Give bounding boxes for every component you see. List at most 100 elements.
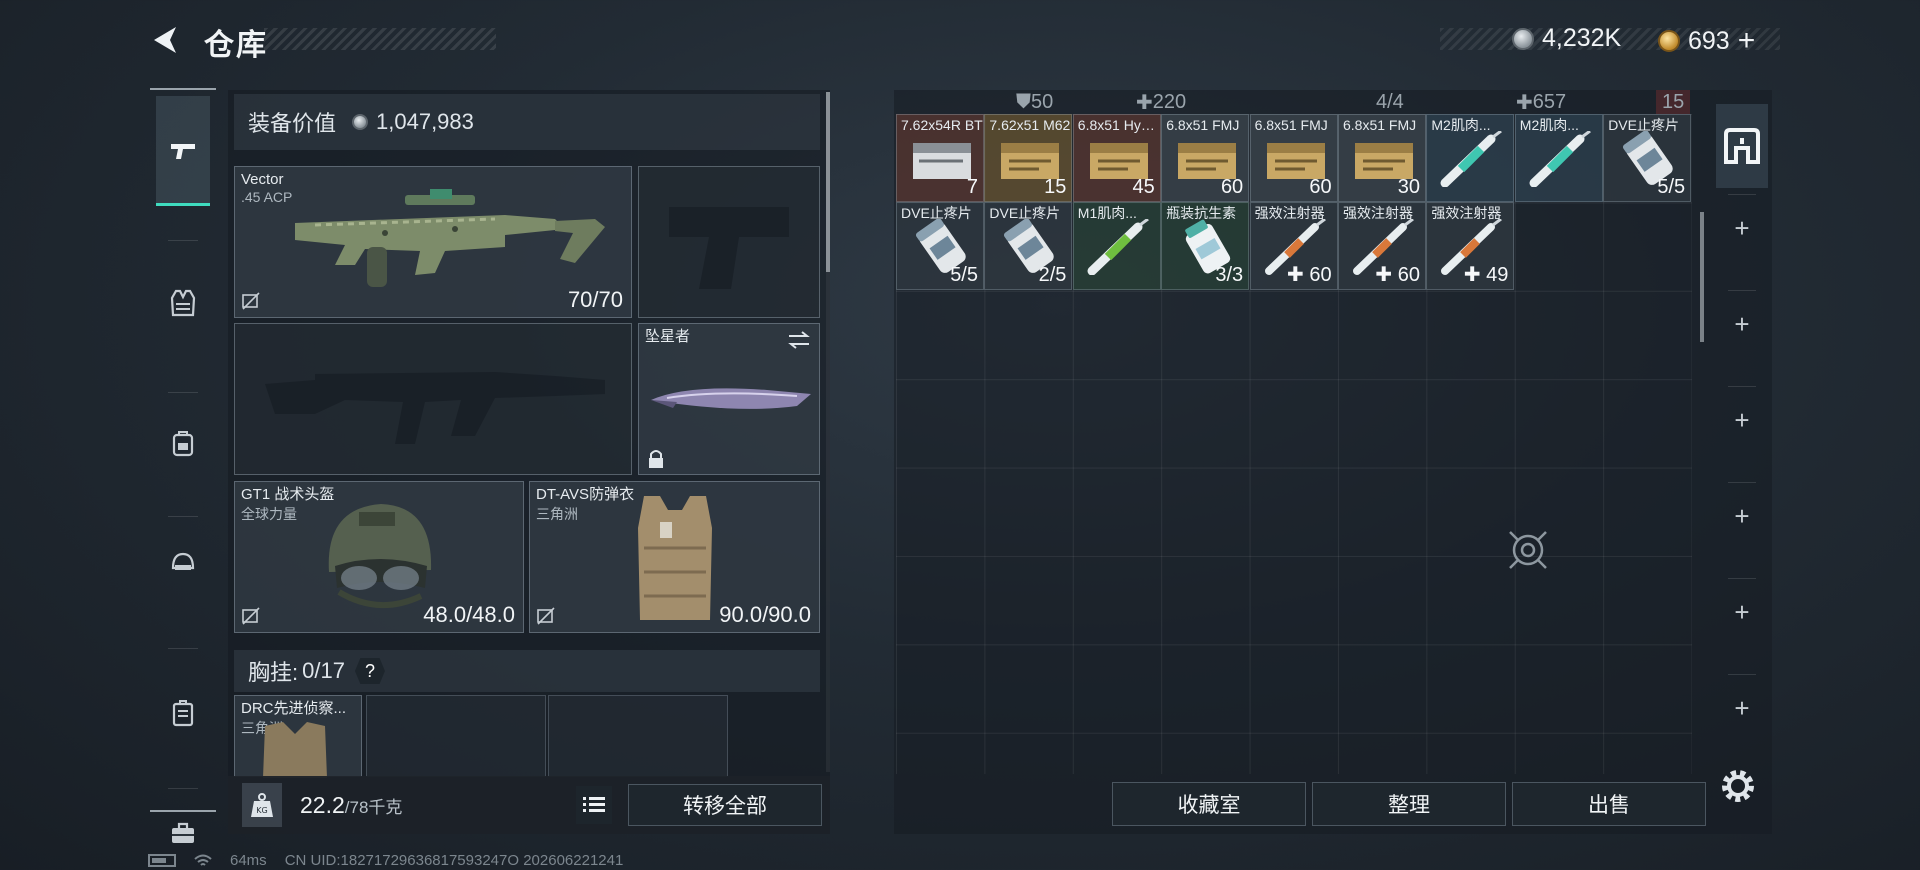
stash-item[interactable]: 6.8x51 FMJ 60	[1161, 114, 1250, 202]
add-stash-page-button[interactable]: +	[1716, 392, 1768, 448]
stash-item-name: 7.62x54R BT	[901, 117, 983, 133]
lock-icon	[649, 450, 663, 468]
helmet-durability: 48.0/48.0	[423, 602, 515, 627]
equipment-value-bar: 装备价值 1,047,983	[234, 94, 820, 150]
locate-icon[interactable]	[1504, 526, 1552, 574]
stash-item-count-value: 5/5	[950, 264, 978, 287]
primary-weapon-slot[interactable]: Vector .45 ACP 70/70	[234, 166, 632, 318]
add-stash-page-button[interactable]: +	[1716, 680, 1768, 736]
stash-item[interactable]: 强效注射器 ✚ 49	[1426, 202, 1515, 291]
tab-case[interactable]	[156, 658, 210, 768]
stash-scrollbar-thumb[interactable]	[1700, 212, 1704, 342]
stash-item[interactable]: M1肌肉...	[1072, 202, 1161, 291]
stash-page-sidebar: + + + + + +	[1712, 104, 1772, 764]
rifle-silhouette-icon	[265, 372, 605, 444]
chest-rig-capacity: 0/17	[302, 658, 345, 683]
stash-item-name: 强效注射器	[1254, 205, 1325, 222]
tab-stash-main[interactable]	[1716, 104, 1768, 188]
syringe-teal-icon	[1529, 131, 1591, 187]
partial-item-value: 657	[1532, 90, 1567, 113]
stash-item-count-value: 30	[1397, 176, 1420, 198]
stash-item-name: DVE止疼片	[1608, 117, 1679, 133]
settings-gear-icon[interactable]	[1718, 766, 1758, 806]
pistol-silhouette-icon	[669, 207, 789, 289]
sidebar-divider	[1728, 290, 1756, 291]
gold-currency: 693 +	[1658, 24, 1755, 58]
chest-rig-pocket[interactable]	[548, 695, 728, 777]
chest-rig-slot[interactable]: DRC先进侦察... 三角洲	[234, 695, 362, 778]
stash-item-name: DVE止疼片	[989, 205, 1061, 222]
stash-item[interactable]: M2肌肉...	[1514, 114, 1603, 202]
stash-item-count: 2/5	[1039, 264, 1067, 287]
helmet-slot[interactable]: GT1 战术头盔 全球力量 48.0/48.0	[234, 481, 524, 633]
syringe-teal-icon	[1440, 131, 1503, 187]
melee-slot[interactable]: 坠星者	[638, 323, 820, 475]
loadout-scrollbar-thumb[interactable]	[826, 92, 830, 272]
stash-item[interactable]: 6.8x51 Hybrid 45	[1072, 114, 1161, 202]
armor-brand: 三角洲	[536, 506, 578, 522]
armor-durability: 90.0/90.0	[719, 602, 811, 627]
stash-item[interactable]: 瓶装抗生素 3/3	[1161, 202, 1250, 291]
not-insured-icon	[242, 292, 260, 310]
help-button[interactable]: ?	[354, 658, 385, 684]
add-stash-page-button[interactable]: +	[1716, 584, 1768, 640]
helmet-image	[328, 504, 432, 608]
stash-item-name: 强效注射器	[1343, 205, 1413, 222]
stash-item-count: 3/3	[1215, 264, 1243, 287]
collection-room-button[interactable]: 收藏室	[1112, 782, 1306, 826]
stash-item[interactable]: 强效注射器 ✚ 60	[1338, 202, 1426, 291]
case-icon	[172, 700, 194, 727]
partial-item-label: ✚ 220	[1136, 90, 1186, 114]
partial-item-label: 4/4	[1376, 90, 1404, 114]
stash-item[interactable]: 6.8x51 FMJ 30	[1338, 114, 1426, 202]
stash-item-count-value: 60	[1309, 264, 1332, 287]
sidearm-slot[interactable]	[638, 166, 820, 318]
sort-button[interactable]: 整理	[1312, 782, 1506, 826]
stash-item[interactable]: M2肌肉...	[1426, 114, 1515, 202]
add-stash-page-button[interactable]: +	[1716, 200, 1768, 256]
stash-item-count-value: 45	[1132, 176, 1155, 198]
chest-rig-pocket[interactable]	[366, 695, 546, 777]
stash-item-count: 60	[1309, 176, 1331, 199]
partial-item-label: 15	[1656, 90, 1691, 114]
sidebar-divider	[1728, 578, 1756, 579]
stash-item[interactable]: DVE止疼片 2/5	[984, 202, 1073, 291]
swap-icon[interactable]	[787, 330, 811, 350]
not-insured-icon	[537, 607, 555, 625]
stash-item-count-value: 7	[966, 176, 978, 198]
tab-vest[interactable]	[156, 248, 210, 358]
page-title: 仓库	[204, 29, 268, 62]
sell-button[interactable]: 出售	[1512, 782, 1706, 826]
weight-icon: KG	[242, 783, 282, 827]
stash-item-count-value: 15	[1044, 176, 1067, 198]
melee-name: 坠星者	[645, 328, 691, 345]
list-view-button[interactable]	[576, 786, 612, 824]
stash-item[interactable]: 7.62x54R BT 7	[896, 114, 984, 202]
toolbox-icon	[172, 822, 194, 843]
plus-icon: ✚	[1136, 91, 1153, 114]
tab-helmet[interactable]	[156, 508, 210, 618]
stash-item[interactable]: DVE止疼片 5/5	[1603, 114, 1692, 202]
list-icon	[583, 797, 605, 812]
tab-primary-weapon[interactable]	[156, 96, 210, 206]
add-stash-page-button[interactable]: +	[1716, 296, 1768, 352]
stash-icon	[1724, 128, 1760, 164]
secondary-weapon-slot[interactable]	[234, 323, 632, 475]
weapon-ammo-count: 70/70	[567, 287, 623, 312]
add-stash-page-button[interactable]: +	[1716, 488, 1768, 544]
add-icon: +	[1734, 500, 1750, 531]
stash-item[interactable]: 7.62x51 M62 15	[984, 114, 1073, 202]
heal-plus-icon: ✚	[1463, 264, 1487, 287]
tab-backpack[interactable]	[156, 388, 210, 498]
add-gold-button[interactable]: +	[1738, 24, 1756, 58]
chest-rig-image	[263, 722, 327, 778]
stash-item[interactable]: 6.8x51 FMJ 60	[1249, 114, 1338, 202]
stash-item-count: 15	[1044, 176, 1066, 199]
add-icon: +	[1734, 212, 1750, 243]
stash-item[interactable]: 强效注射器 ✚ 60	[1249, 202, 1338, 291]
back-button[interactable]	[148, 22, 184, 58]
transfer-all-button[interactable]: 转移全部	[628, 784, 822, 826]
stash-item[interactable]: DVE止疼片 5/5	[896, 202, 984, 291]
stash-item-count-value: 60	[1397, 264, 1420, 287]
armor-slot[interactable]: DT-AVS防弹衣 三角洲 90.0/90.0	[529, 481, 820, 633]
